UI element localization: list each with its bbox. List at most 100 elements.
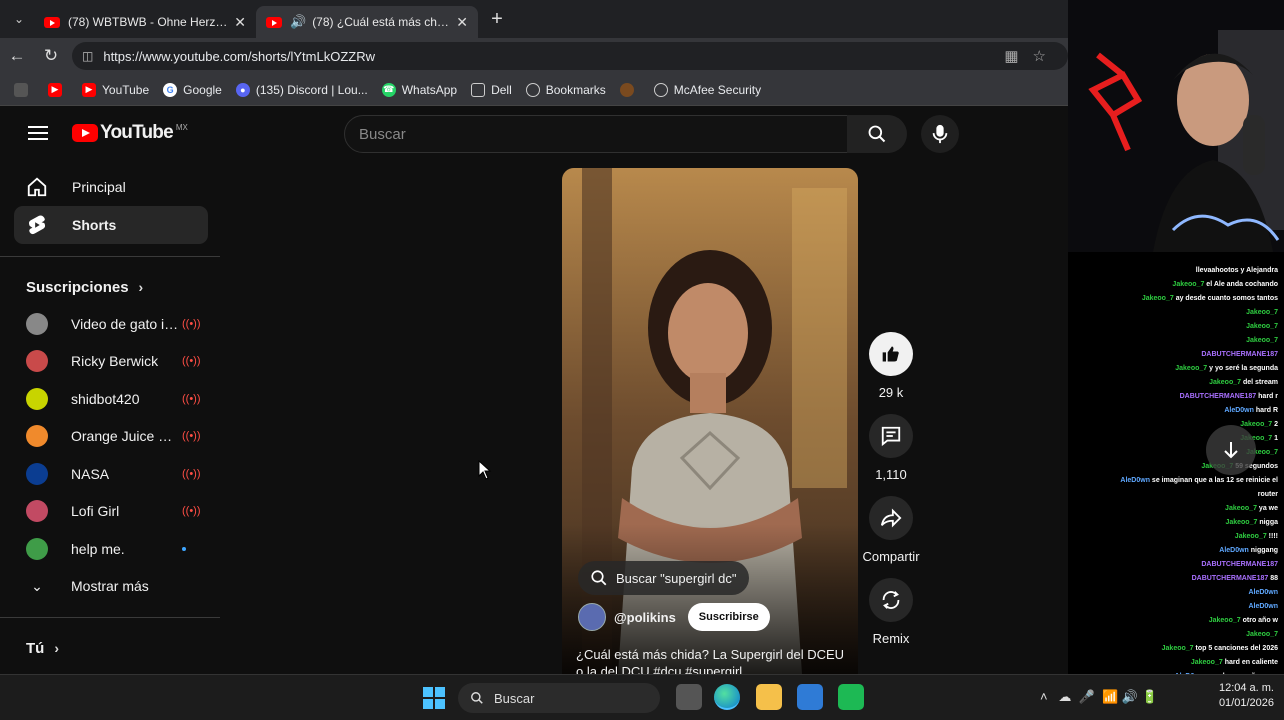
chat-username[interactable]: Jakeoo_7 <box>1246 323 1278 330</box>
channel-name[interactable]: @polikins <box>614 610 676 625</box>
chat-username[interactable]: Jakeoo_7 <box>1246 309 1278 316</box>
address-bar-actions-icon[interactable]: ▦☆ <box>1004 47 1060 65</box>
chat-message: Jakeoo_7 otro año w <box>1068 614 1284 628</box>
bookmark-icon-only[interactable] <box>619 82 640 97</box>
subscription-item[interactable]: Video de gato im... ((•)) <box>0 305 220 343</box>
chat-username[interactable]: Jakeoo_7 <box>1162 645 1194 652</box>
chat-username[interactable]: Jakeoo_7 <box>1246 631 1278 638</box>
app-icon[interactable] <box>838 684 864 710</box>
chat-username[interactable]: AleD0wn <box>1120 477 1150 484</box>
channel-row: @polikins Suscribirse <box>578 603 770 631</box>
like-button[interactable] <box>869 332 913 376</box>
search-button[interactable] <box>847 115 907 153</box>
search-suggestion-chip[interactable]: Buscar "supergirl dc" <box>578 561 749 595</box>
chat-username[interactable]: DABUTCHERMANE187 <box>1201 351 1278 358</box>
new-tab-button[interactable]: + <box>482 8 512 31</box>
subscription-item[interactable]: Ricky Berwick ((•)) <box>0 343 220 381</box>
start-button[interactable] <box>423 687 445 714</box>
back-button[interactable]: ← <box>0 46 34 66</box>
chat-username[interactable]: Jakeoo_7 <box>1142 295 1174 302</box>
bookmark-label: Bookmarks <box>545 82 606 97</box>
chat-username[interactable]: DABUTCHERMANE187 <box>1180 393 1257 400</box>
scroll-down-button[interactable] <box>1206 425 1256 475</box>
share-action: Compartir <box>862 496 920 564</box>
file-explorer-icon[interactable] <box>756 684 782 710</box>
share-button[interactable] <box>869 496 913 540</box>
comment-action: 1,110 <box>862 414 920 482</box>
new-content-dot <box>182 546 186 551</box>
menu-icon[interactable] <box>28 126 48 140</box>
subscription-item[interactable]: help me. <box>0 530 220 568</box>
chat-username[interactable]: Jakeoo_7 <box>1172 281 1204 288</box>
audio-playing-icon[interactable]: 🔊 <box>290 14 306 30</box>
bookmark-dell[interactable]: Dell <box>471 82 512 97</box>
subscription-item[interactable]: Lofi Girl ((•)) <box>0 493 220 531</box>
sidebar-item-shorts[interactable]: Shorts <box>14 206 208 244</box>
chat-username[interactable]: Jakeoo_7 <box>1175 365 1207 372</box>
chat-username[interactable]: DABUTCHERMANE187 <box>1201 561 1278 568</box>
chat-username[interactable]: AleD0wn <box>1219 547 1249 554</box>
youtube-logo[interactable]: YouTube MX <box>72 122 188 144</box>
chat-text: top 5 canciones del 2026 <box>1195 645 1278 652</box>
subscription-item[interactable]: Orange Juice Ga... ((•)) <box>0 418 220 456</box>
sidebar-item-principal[interactable]: Principal <box>14 168 208 206</box>
chat-username[interactable]: DABUTCHERMANE187 <box>1192 575 1269 582</box>
site-info-icon[interactable]: ◫ <box>82 49 93 63</box>
bookmark-whatsapp[interactable]: ☎ WhatsApp <box>381 82 457 97</box>
chat-username[interactable]: Jakeoo_7 <box>1225 505 1257 512</box>
microsoft-store-icon[interactable] <box>797 684 823 710</box>
reload-button[interactable]: ↻ <box>34 46 68 66</box>
url-field[interactable]: ◫ https://www.youtube.com/shorts/lYtmLkO… <box>72 42 1068 70</box>
comments-button[interactable] <box>869 414 913 458</box>
bookmark-discord[interactable]: ● (135) Discord | Lou... <box>235 82 368 97</box>
chat-username[interactable]: Jakeoo_7 <box>1191 659 1223 666</box>
windows-logo-icon <box>423 687 445 709</box>
subscription-item[interactable]: shidbot420 ((•)) <box>0 380 220 418</box>
you-section-header[interactable]: Tú › <box>0 630 220 666</box>
chat-username[interactable]: Jakeoo_7 <box>1209 617 1241 624</box>
thumbs-up-icon <box>882 346 899 362</box>
chat-username[interactable]: Jakeoo_7 <box>1246 337 1278 344</box>
subscription-item[interactable]: NASA ((•)) <box>0 455 220 493</box>
chat-username[interactable]: Jakeoo_7 <box>1209 379 1241 386</box>
bookmark-label: (135) Discord | Lou... <box>255 82 368 97</box>
short-video-player[interactable]: Buscar "supergirl dc" @polikins Suscribi… <box>562 168 858 674</box>
chat-username[interactable]: Jakeoo_7 <box>1240 421 1272 428</box>
clock[interactable]: 12:04 a. m. 01/01/2026 <box>1219 681 1274 711</box>
show-more-button[interactable]: ⌄ Mostrar más <box>0 568 220 606</box>
bookmark-mcafee[interactable]: McAfee Security <box>653 82 761 97</box>
channel-avatar[interactable] <box>578 603 606 631</box>
browser-tab[interactable]: (78) WBTBWB - Ohne Herz (Officia ✕ <box>34 6 256 38</box>
bookmark-bookmarks[interactable]: Bookmarks <box>525 82 606 97</box>
remix-button[interactable] <box>869 578 913 622</box>
bookmark-youtube-icon-only[interactable]: ▶ <box>48 82 68 97</box>
browser-tab-active[interactable]: 🔊 (78) ¿Cuál está más chida? La ✕ <box>256 6 478 38</box>
chat-message: router <box>1068 488 1284 502</box>
edge-browser-icon[interactable] <box>714 684 740 710</box>
tab-search-dropdown-icon[interactable]: ⌄ <box>4 4 34 34</box>
task-view-icon[interactable] <box>676 684 702 710</box>
bookmark-google[interactable]: G Google <box>163 82 222 97</box>
bookmark-youtube[interactable]: ▶ YouTube <box>82 82 149 97</box>
chat-username[interactable]: AleD0wn <box>1248 589 1278 596</box>
avatar <box>26 462 48 485</box>
search-box[interactable] <box>344 115 848 153</box>
chat-username[interactable]: AleD0wn <box>1248 603 1278 610</box>
search-suggestion-text: Buscar "supergirl dc" <box>616 570 737 586</box>
chat-text: hard r <box>1258 393 1278 400</box>
subscribe-button[interactable]: Suscribirse <box>687 603 770 631</box>
system-tray[interactable]: ˄ ☁ 🎤 📶 🔊 🔋 <box>1040 689 1158 705</box>
close-tab-icon[interactable]: ✕ <box>456 14 468 31</box>
webcam-image <box>1068 0 1284 252</box>
voice-search-button[interactable] <box>921 115 959 153</box>
chat-username[interactable]: Jakeoo_7 <box>1235 533 1267 540</box>
taskbar-search[interactable]: Buscar <box>458 683 660 713</box>
chat-username[interactable]: AleD0wn <box>1224 407 1254 414</box>
close-tab-icon[interactable]: ✕ <box>234 14 246 31</box>
subscriptions-header[interactable]: Suscripciones › <box>0 269 220 305</box>
chat-username[interactable]: Jakeoo_7 <box>1225 519 1257 526</box>
subscription-name: Lofi Girl <box>71 503 120 520</box>
bookmarks-sidebar-icon[interactable] <box>14 82 34 97</box>
search-icon <box>591 570 607 586</box>
search-input[interactable] <box>359 125 847 143</box>
